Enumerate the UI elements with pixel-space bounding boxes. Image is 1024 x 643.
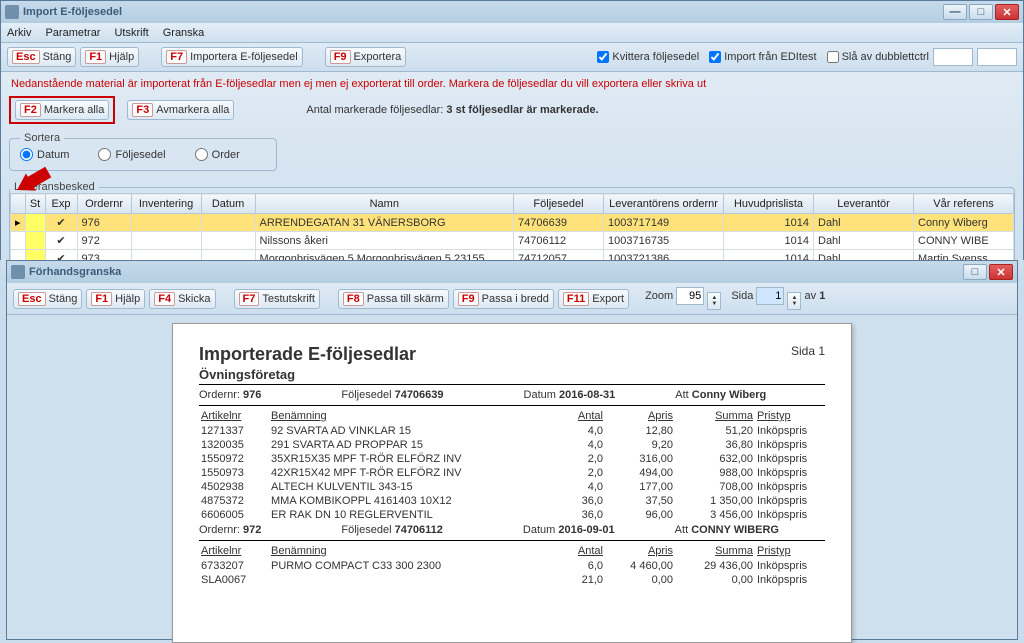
report-title: Importerade E-följesedlar [199, 344, 825, 365]
page-input[interactable] [756, 287, 784, 305]
count-value: 3 st följesedlar är markerade. [446, 104, 598, 116]
maximize-button[interactable]: □ [969, 4, 993, 20]
menu-parametrar[interactable]: Parametrar [45, 27, 100, 39]
article-row: 4875372MMA KOMBIKOPPL 4161403 10X1236,03… [199, 494, 825, 508]
preview-title: Förhandsgranska [29, 266, 121, 278]
help-button[interactable]: F1Hjälp [80, 47, 139, 67]
dubblett-field-1[interactable] [933, 48, 973, 66]
article-table: ArtikelnrBenämningAntalAprisSummaPristyp… [199, 543, 825, 587]
report-subtitle: Övningsföretag [199, 367, 825, 382]
close-app-button[interactable]: EscStäng [7, 47, 76, 67]
unmark-all-button[interactable]: F3Avmarkera alla [127, 100, 234, 120]
export-button[interactable]: F9Exportera [325, 47, 407, 67]
grid-header: St Exp Ordernr Inventering Datum Namn Fö… [11, 194, 1014, 214]
report-page: Sida 1 Importerade E-följesedlar Övnings… [172, 323, 852, 643]
menu-utskrift[interactable]: Utskrift [114, 27, 148, 39]
article-row: 4502938ALTECH KULVENTIL 343-154,0177,007… [199, 480, 825, 494]
report-side: Sida 1 [791, 344, 825, 358]
order-header: Ordernr: 972Följesedel 74706112Datum 201… [199, 522, 825, 538]
article-row: 1320035291 SVARTA AD PROPPAR 154,09,2036… [199, 438, 825, 452]
article-row: 6606005ER RAK DN 10 REGLERVENTIL36,096,0… [199, 508, 825, 522]
article-row: 155097235XR15X35 MPF T-RÖR ELFÖRZ INV2,0… [199, 452, 825, 466]
count-label: Antal markerade följesedlar: [306, 104, 443, 116]
grid-row[interactable]: ▸ ✔ 976 ARRENDEGATAN 31 VÄNERSBORG 74706… [11, 214, 1014, 232]
preview-help-button[interactable]: F1Hjälp [86, 289, 145, 309]
mark-all-button[interactable]: F2Markera alla [15, 100, 109, 120]
page-spinner[interactable]: ▲▼ [787, 292, 801, 310]
article-row: 155097342XR15X42 MPF T-RÖR ELFÖRZ INV2,0… [199, 466, 825, 480]
grid-group: Leveransbesked St Exp Ordernr Inventerin… [9, 181, 1015, 269]
article-row: SLA006721,00,000,00Inköpspris [199, 573, 825, 587]
article-row: 6733207PURMO COMPACT C33 300 23006,04 46… [199, 559, 825, 573]
row-indicator-icon: ▸ [11, 214, 26, 232]
sort-group: Sortera Datum Följesedel Order [9, 132, 277, 171]
editest-checkbox[interactable]: Import från EDItest [709, 51, 816, 63]
main-title: Import E-följesedel [23, 6, 122, 18]
preview-export-button[interactable]: F11Export [558, 289, 629, 309]
sort-foljesedel[interactable]: Följesedel [98, 148, 165, 161]
preview-testprint-button[interactable]: F7Testutskrift [234, 289, 320, 309]
article-row: 127133792 SVARTA AD VINKLAR 154,012,8051… [199, 424, 825, 438]
preview-titlebar: Förhandsgranska □ ✕ [7, 261, 1017, 283]
sort-datum[interactable]: Datum [20, 148, 69, 161]
data-grid[interactable]: St Exp Ordernr Inventering Datum Namn Fö… [10, 193, 1014, 268]
menu-granska[interactable]: Granska [163, 27, 205, 39]
main-toolbar: EscStäng F1Hjälp F7Importera E-följesede… [1, 43, 1023, 72]
info-text: Nedanstående material är importerat från… [9, 76, 1015, 96]
preview-close-button[interactable]: ✕ [989, 264, 1013, 280]
sort-order[interactable]: Order [195, 148, 240, 161]
close-button[interactable]: ✕ [995, 4, 1019, 20]
menu-arkiv[interactable]: Arkiv [7, 27, 31, 39]
zoom-spinner[interactable]: ▲▼ [707, 292, 721, 310]
preview-maximize-button[interactable]: □ [963, 264, 987, 280]
preview-toolbar: EscStäng F1Hjälp F4Skicka F7Testutskrift… [7, 283, 1017, 315]
main-titlebar: Import E-följesedel — □ ✕ [1, 1, 1023, 23]
preview-fitscreen-button[interactable]: F8Passa till skärm [338, 289, 449, 309]
order-header: Ordernr: 976Följesedel 74706639Datum 201… [199, 387, 825, 403]
preview-send-button[interactable]: F4Skicka [149, 289, 215, 309]
zoom-input[interactable] [676, 287, 704, 305]
dubblett-checkbox[interactable]: Slå av dubblettctrl [827, 51, 929, 63]
minimize-button[interactable]: — [943, 4, 967, 20]
preview-window: Förhandsgranska □ ✕ EscStäng F1Hjälp F4S… [6, 260, 1018, 640]
preview-esc-button[interactable]: EscStäng [13, 289, 82, 309]
menubar: Arkiv Parametrar Utskrift Granska [1, 23, 1023, 43]
dubblett-field-2[interactable] [977, 48, 1017, 66]
preview-fitwidth-button[interactable]: F9Passa i bredd [453, 289, 554, 309]
app-icon [5, 5, 19, 19]
import-button[interactable]: F7Importera E-följesedel [161, 47, 302, 67]
article-table: ArtikelnrBenämningAntalAprisSummaPristyp… [199, 408, 825, 522]
preview-icon [11, 265, 25, 279]
grid-row[interactable]: ✔ 972 Nilssons åkeri 74706112 1003716735… [11, 232, 1014, 250]
kvittera-checkbox[interactable]: Kvittera följesedel [597, 51, 699, 63]
